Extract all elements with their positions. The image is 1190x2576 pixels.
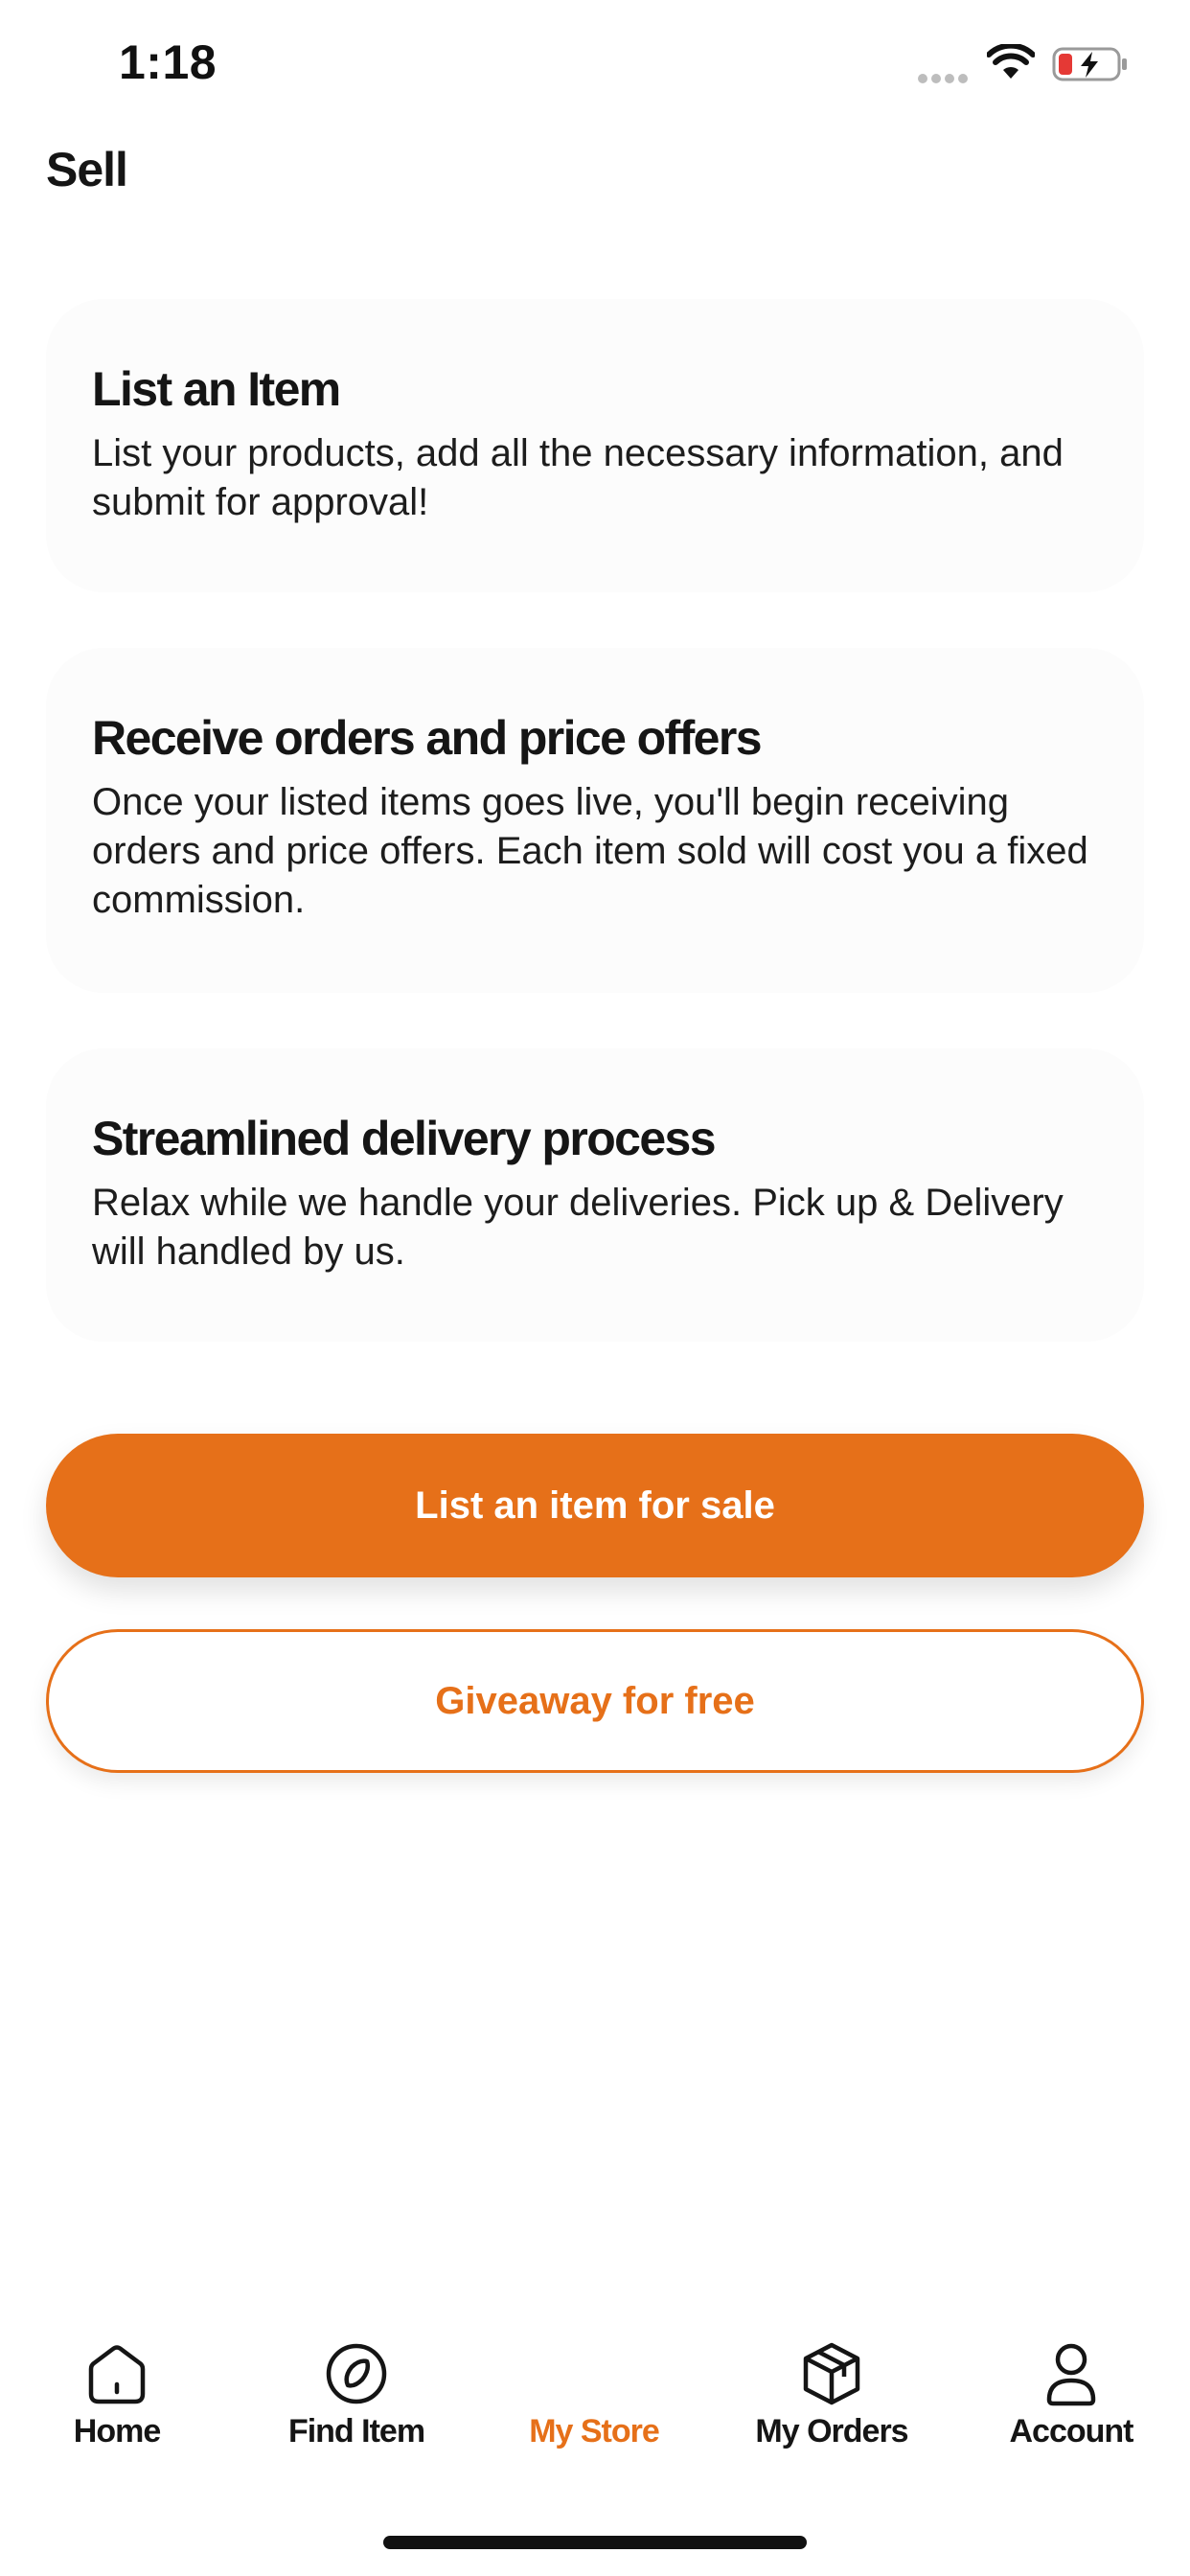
list-item-for-sale-button[interactable]: List an item for sale: [46, 1434, 1144, 1577]
battery-charging-icon: [1052, 47, 1127, 81]
house-icon: [88, 2345, 146, 2404]
status-bar: 1:18: [0, 0, 1190, 134]
card-title: Streamlined delivery process: [92, 1112, 717, 1165]
tab-my-store[interactable]: My Store: [489, 2340, 699, 2465]
card-description: Once your listed items goes live, you'll…: [92, 781, 1088, 921]
tab-label: Find Item: [287, 2413, 425, 2450]
tab-label: Account: [1009, 2413, 1134, 2450]
info-card-list-item: List an Item List your products, add all…: [46, 299, 1144, 592]
person-icon: [1046, 2343, 1096, 2406]
tab-label: My Store: [529, 2413, 660, 2450]
store-icon: [561, 2340, 628, 2407]
wifi-icon: [987, 44, 1035, 79]
info-card-receive-orders: Receive orders and price offers Once you…: [46, 648, 1144, 993]
card-title: List an Item: [92, 362, 341, 416]
bottom-tab-bar: Home Find Item My Store My Orders Accoun…: [0, 2319, 1190, 2472]
info-card-delivery: Streamlined delivery process Relax while…: [46, 1048, 1144, 1342]
home-indicator: [383, 2536, 807, 2549]
status-time: 1:18: [119, 35, 217, 89]
card-description: Relax while we handle your deliveries. P…: [92, 1182, 1064, 1273]
cellular-signal-icon: [918, 71, 972, 83]
giveaway-for-free-button[interactable]: Giveaway for free: [46, 1629, 1144, 1773]
tab-home[interactable]: Home: [11, 2340, 222, 2465]
card-title: Receive orders and price offers: [92, 711, 763, 765]
tab-label: Home: [73, 2413, 161, 2450]
card-description: List your products, add all the necessar…: [92, 432, 1064, 523]
compass-icon: [326, 2343, 387, 2404]
tab-account[interactable]: Account: [966, 2340, 1177, 2465]
page-title: Sell: [46, 143, 128, 196]
tab-my-orders[interactable]: My Orders: [726, 2340, 937, 2465]
tab-find-item[interactable]: Find Item: [251, 2340, 462, 2465]
tab-label: My Orders: [755, 2413, 908, 2450]
box-icon: [803, 2342, 860, 2405]
